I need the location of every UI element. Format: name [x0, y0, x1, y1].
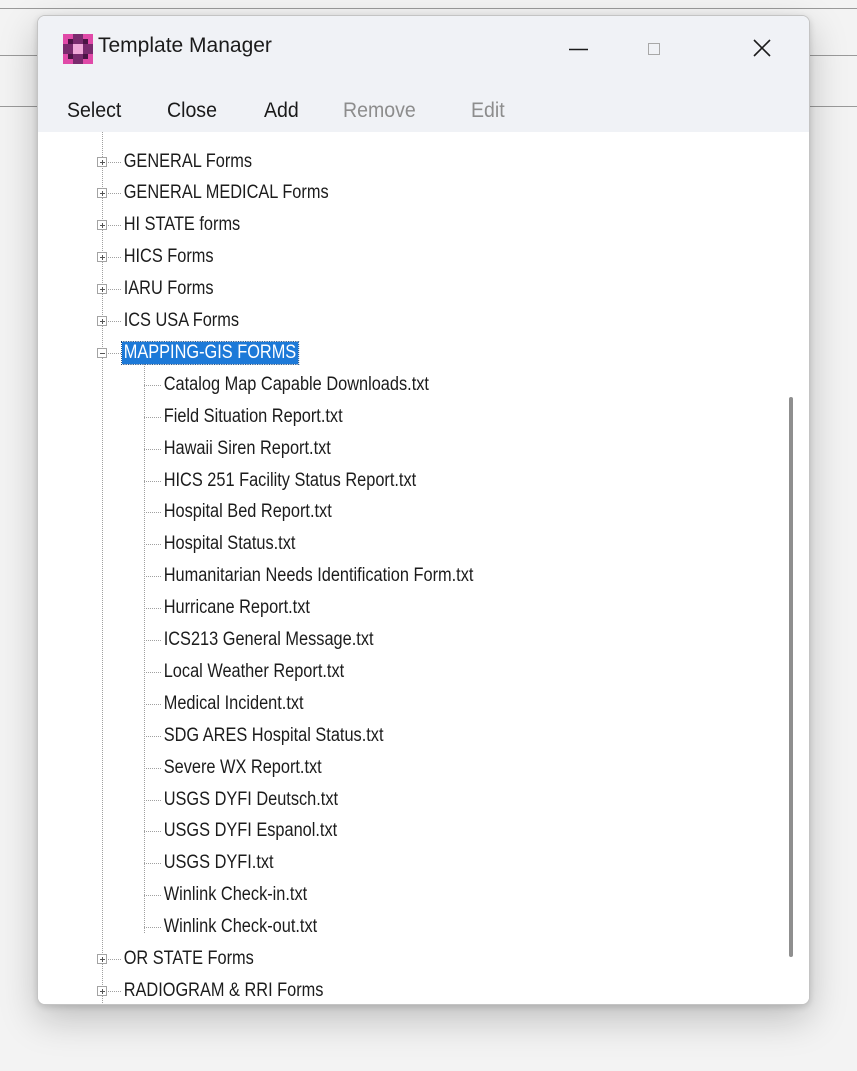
menu-select[interactable]: Select: [67, 99, 121, 123]
minimize-button[interactable]: [544, 16, 614, 82]
tree-folder-label[interactable]: GENERAL Forms: [122, 151, 254, 173]
expand-icon[interactable]: [97, 252, 107, 262]
tree-folder-label[interactable]: RADIOGRAM & RRI Forms: [122, 980, 325, 1002]
tree-file-item[interactable]: USGS DYFI.txt: [162, 852, 275, 874]
template-manager-window: Template Manager Select Close Add Remove…: [37, 15, 810, 1005]
tree-folder-label[interactable]: MAPPING-GIS FORMS: [121, 341, 299, 365]
menu-remove[interactable]: Remove: [343, 99, 416, 123]
window-title: Template Manager: [98, 34, 272, 57]
scrollbar-thumb[interactable]: [789, 397, 793, 957]
menu-close[interactable]: Close: [167, 99, 217, 123]
background-divider: [0, 106, 37, 107]
expand-icon[interactable]: [97, 188, 107, 198]
tree-folder-label[interactable]: OR STATE Forms: [122, 948, 256, 970]
tree-file-item[interactable]: Catalog Map Capable Downloads.txt: [162, 374, 431, 396]
close-icon: [753, 39, 771, 57]
template-manager-app-icon: [63, 34, 93, 64]
tree-file-item[interactable]: Local Weather Report.txt: [162, 661, 346, 683]
tree-file-item[interactable]: ICS213 General Message.txt: [162, 629, 375, 651]
tree-file-item[interactable]: Hawaii Siren Report.txt: [162, 438, 333, 460]
background-divider: [0, 55, 37, 56]
expand-icon[interactable]: [97, 284, 107, 294]
expand-icon[interactable]: [97, 986, 107, 996]
expand-icon[interactable]: [97, 316, 107, 326]
menu-edit[interactable]: Edit: [471, 99, 505, 123]
menu-add[interactable]: Add: [264, 99, 299, 123]
tree-file-item[interactable]: Hospital Bed Report.txt: [162, 501, 333, 523]
expand-icon[interactable]: [97, 954, 107, 964]
tree-folder-label[interactable]: HICS Forms: [122, 246, 215, 268]
tree-folder-label[interactable]: HI STATE forms: [122, 214, 242, 236]
background-divider: [809, 55, 857, 56]
tree-file-item[interactable]: Hurricane Report.txt: [162, 597, 312, 619]
minimize-icon: [569, 48, 588, 51]
tree-file-item[interactable]: USGS DYFI Espanol.txt: [162, 820, 339, 842]
tree-folder-label[interactable]: GENERAL MEDICAL Forms: [122, 182, 330, 204]
tree-file-item[interactable]: USGS DYFI Deutsch.txt: [162, 789, 340, 811]
tree-file-item[interactable]: Humanitarian Needs Identification Form.t…: [162, 565, 475, 587]
tree-file-item[interactable]: Winlink Check-in.txt: [162, 884, 309, 906]
expand-icon[interactable]: [97, 157, 107, 167]
tree-folder-label[interactable]: ICS USA Forms: [122, 310, 241, 332]
tree-file-item[interactable]: Field Situation Report.txt: [162, 406, 344, 428]
expand-icon[interactable]: [97, 220, 107, 230]
tree-file-item[interactable]: Medical Incident.txt: [162, 693, 305, 715]
template-tree[interactable]: GENERAL Forms GENERAL MEDICAL Forms HI STA…: [38, 132, 809, 1004]
close-button[interactable]: [727, 16, 797, 82]
tree-folder-label[interactable]: IARU Forms: [122, 278, 215, 300]
tree-file-item[interactable]: Winlink Check-out.txt: [162, 916, 319, 938]
maximize-icon: [648, 43, 660, 55]
tree-file-item[interactable]: HICS 251 Facility Status Report.txt: [162, 470, 418, 492]
title-bar[interactable]: Template Manager: [38, 16, 809, 82]
background-divider: [0, 8, 857, 9]
collapse-icon[interactable]: [97, 348, 107, 358]
background-divider: [809, 106, 857, 107]
tree-file-item[interactable]: Hospital Status.txt: [162, 533, 297, 555]
menu-bar: Select Close Add Remove Edit: [38, 82, 809, 132]
tree-file-item[interactable]: Severe WX Report.txt: [162, 757, 323, 779]
tree-file-item[interactable]: SDG ARES Hospital Status.txt: [162, 725, 385, 747]
maximize-button[interactable]: [621, 16, 691, 82]
